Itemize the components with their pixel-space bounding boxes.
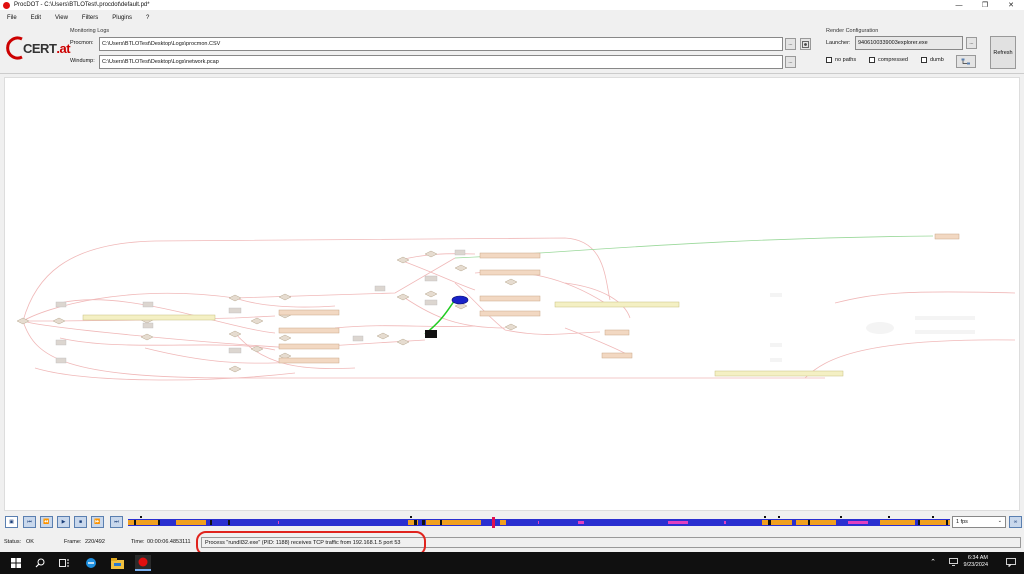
render-config-label: Render Configuration	[826, 28, 879, 34]
maximize-icon[interactable]: ❐	[972, 0, 998, 10]
layout-icon	[961, 58, 970, 65]
time-value: 00:00:06.4853111	[147, 539, 191, 545]
compressed-checkbox[interactable]: compressed	[869, 57, 908, 63]
windump-label: Windump:	[70, 58, 95, 64]
stop-button[interactable]: ■	[74, 516, 87, 528]
timeline-slider[interactable]	[128, 516, 950, 529]
edge-browser-icon[interactable]	[83, 555, 99, 571]
loop-button[interactable]: ∞	[1009, 516, 1022, 528]
menu-view[interactable]: View	[48, 15, 75, 21]
launcher-browse-button[interactable]: ...	[966, 37, 977, 49]
jump-end-button[interactable]: ⏭	[110, 516, 123, 528]
network-icon[interactable]	[949, 558, 958, 566]
menu-edit[interactable]: Edit	[24, 15, 48, 21]
selected-process-node[interactable]	[451, 295, 469, 305]
file-explorer-icon[interactable]	[109, 555, 125, 571]
taskbar: ⌃ 6:34 AM 9/23/2024	[0, 552, 1024, 574]
menu-file[interactable]: File	[0, 15, 24, 21]
config-panel: CERT.at Monitoring Logs Procmon: C:\User…	[0, 24, 1024, 74]
windump-path-field[interactable]: C:\Users\BTLOTest\Desktop\Logs\network.p…	[99, 55, 783, 69]
menu-bar: File Edit View Filters Plugins ?	[0, 12, 1024, 23]
procmon-options-button[interactable]	[800, 38, 811, 50]
jump-start-button[interactable]: ⏮	[23, 516, 36, 528]
procmon-path-field[interactable]: C:\Users\BTLOTest\Desktop\Logs\procmon.C…	[99, 37, 783, 51]
logo-text-cert: CERT	[23, 41, 57, 56]
menu-help[interactable]: ?	[139, 15, 156, 21]
clock-time: 6:34 AM	[967, 555, 988, 561]
no-paths-label: no paths	[835, 57, 857, 63]
clock-date: 9/23/2024	[963, 562, 988, 568]
playback-bar: ▣ ⏮ ⏪ ▶ ■ ⏩ ⏭ 1 fps ⌄ ∞	[0, 513, 1024, 531]
logo-text-at: .at	[56, 41, 71, 56]
task-view-icon[interactable]	[56, 555, 72, 571]
windows-start-icon[interactable]	[8, 555, 24, 571]
status-label: Status:	[4, 539, 22, 545]
options-icon	[802, 40, 809, 48]
process-graph[interactable]	[5, 78, 1021, 512]
menu-filters[interactable]: Filters	[75, 15, 105, 21]
windump-browse-button[interactable]: ...	[785, 56, 796, 68]
launcher-label: Launcher:	[826, 40, 851, 46]
fps-select[interactable]: 1 fps ⌄	[952, 516, 1006, 528]
status-value: OK	[26, 539, 34, 545]
refresh-button[interactable]: Refresh	[990, 36, 1016, 69]
timeline-position-marker[interactable]	[492, 517, 495, 528]
frame-value: 220/492	[85, 539, 105, 545]
monitoring-logs-label: Monitoring Logs	[70, 28, 110, 34]
window-controls: — ❐ ✕	[946, 0, 1024, 10]
dumb-label: dumb	[930, 57, 944, 63]
close-icon[interactable]: ✕	[998, 0, 1024, 10]
time-label: Time:	[131, 539, 145, 545]
dumb-checkbox[interactable]: dumb	[921, 57, 944, 63]
taskbar-clock[interactable]: 6:34 AM 9/23/2024	[964, 555, 988, 569]
fps-value: 1 fps	[956, 519, 968, 525]
minimize-icon[interactable]: —	[946, 0, 972, 10]
procmon-label: Procmon:	[70, 40, 94, 46]
procdot-taskbar-icon[interactable]	[135, 555, 151, 571]
cert-logo: CERT.at	[6, 36, 71, 60]
play-button[interactable]: ▶	[57, 516, 70, 528]
status-bar: Status: OK Frame: 220/492 Time: 00:00:06…	[0, 533, 1024, 552]
search-icon[interactable]	[32, 555, 48, 571]
graph-canvas[interactable]	[4, 77, 1020, 511]
title-bar: ProcDOT - C:\Users\BTLOTest\.procdot\def…	[0, 0, 1024, 10]
record-toggle-button[interactable]: ▣	[5, 516, 18, 528]
menu-plugins[interactable]: Plugins	[105, 15, 139, 21]
launcher-field[interactable]: 9406100339003explorer.exe	[855, 36, 963, 50]
frame-label: Frame:	[64, 539, 82, 545]
network-node[interactable]	[425, 330, 437, 338]
no-paths-checkbox[interactable]: no paths	[826, 57, 856, 63]
layout-settings-button[interactable]	[956, 55, 976, 68]
rewind-button[interactable]: ⏪	[40, 516, 53, 528]
compressed-label: compressed	[878, 57, 908, 63]
procmon-browse-button[interactable]: ...	[785, 38, 796, 50]
chevron-up-icon[interactable]: ⌃	[930, 558, 936, 566]
chevron-down-icon: ⌄	[997, 518, 1002, 524]
app-icon	[3, 1, 10, 9]
window-title: ProcDOT - C:\Users\BTLOTest\.procdot\def…	[14, 2, 150, 8]
notification-icon[interactable]	[1006, 558, 1016, 567]
fast-forward-button[interactable]: ⏩	[91, 516, 104, 528]
